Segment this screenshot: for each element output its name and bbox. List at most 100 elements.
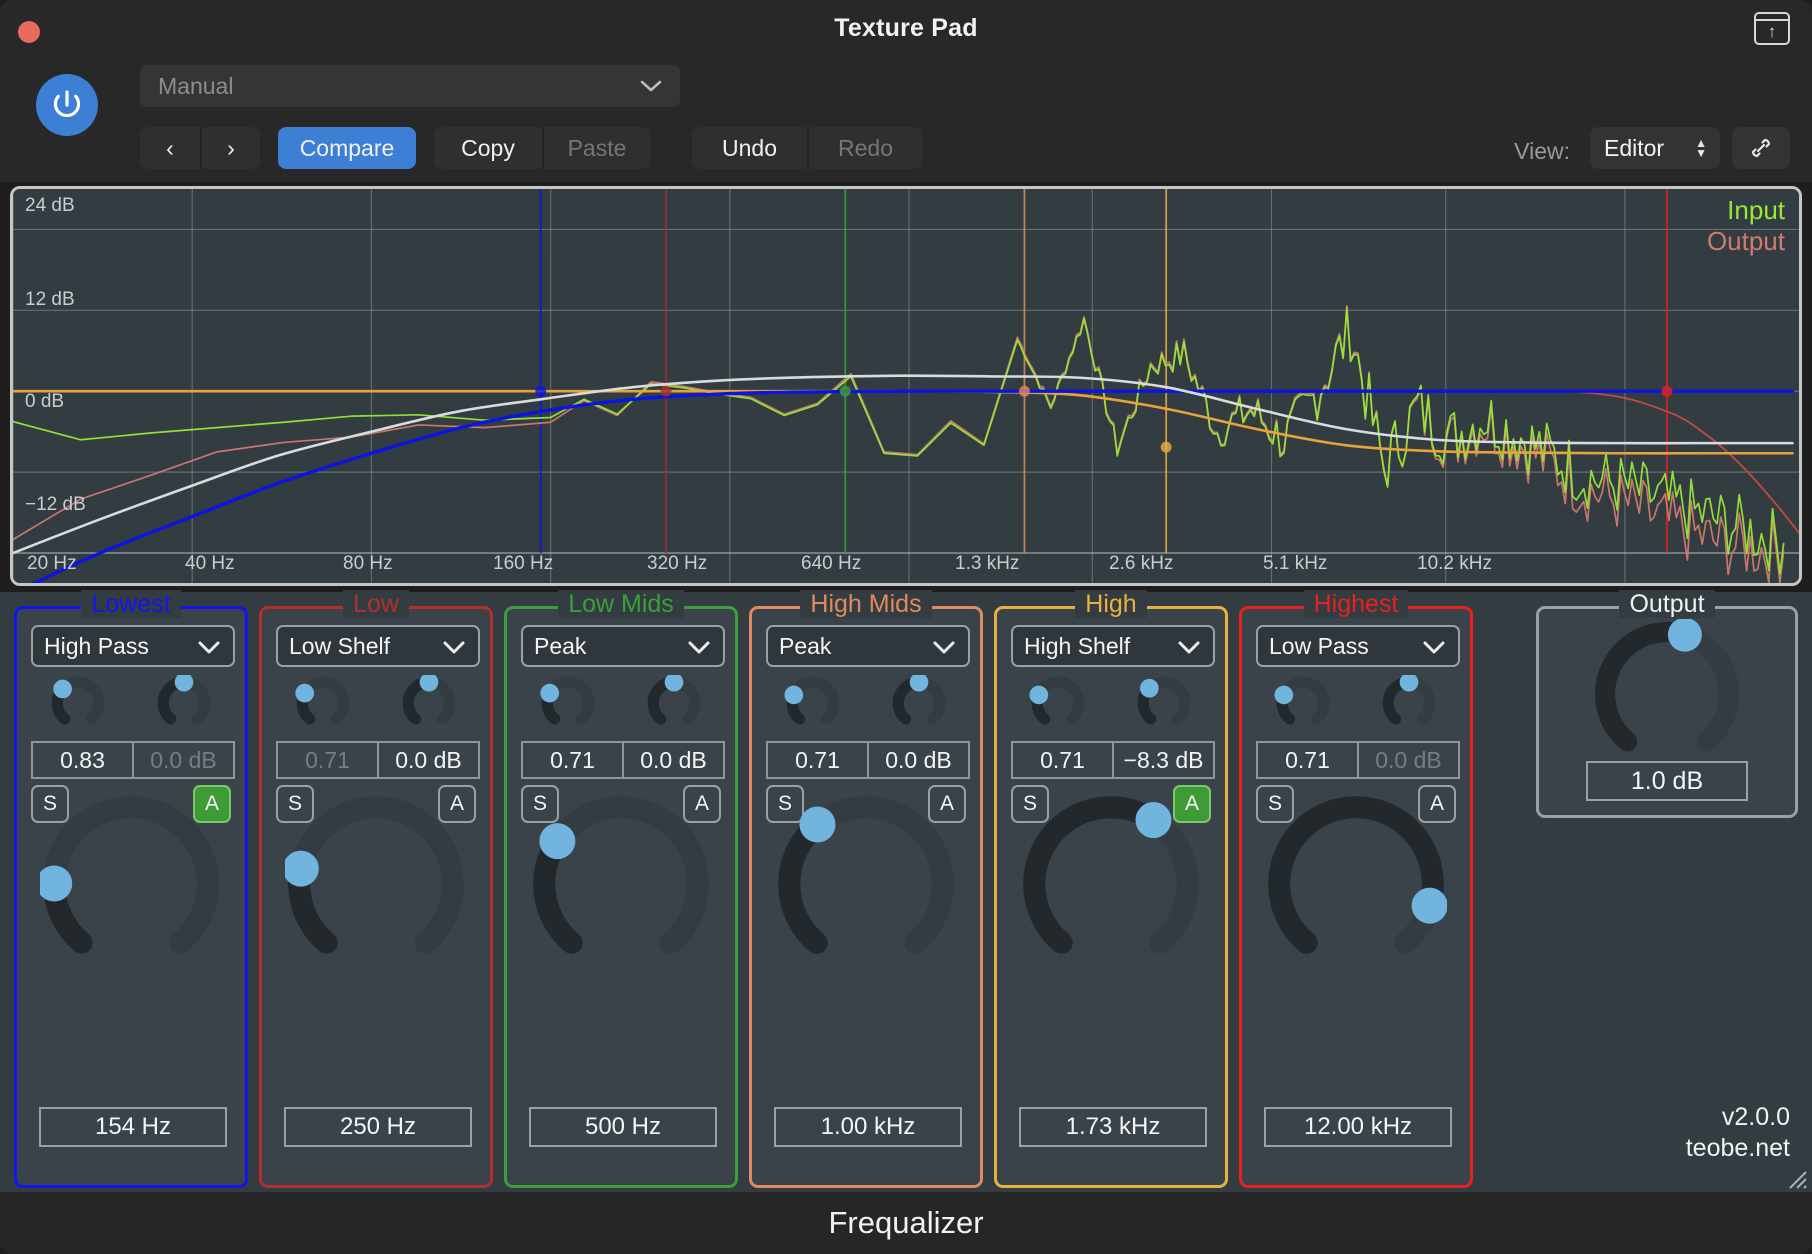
band-legend: Low Mids	[507, 590, 735, 619]
q-knob[interactable]	[290, 675, 356, 731]
output-gain-knob[interactable]	[1592, 617, 1742, 769]
freq-label-640hz: 640 Hz	[801, 553, 862, 574]
filter-type-select[interactable]: High Shelf	[1011, 625, 1215, 667]
preset-select[interactable]: Manual	[140, 65, 680, 107]
filter-type-value: Peak	[534, 632, 587, 659]
frequency-knob[interactable]	[1020, 793, 1202, 975]
gain-knob[interactable]	[641, 672, 707, 731]
filter-type-select[interactable]: Low Pass	[1256, 625, 1460, 667]
frequency-value[interactable]: 1.73 kHz	[1019, 1107, 1207, 1147]
version-info: v2.0.0 teobe.net	[1686, 1102, 1790, 1165]
frequency-knob[interactable]	[530, 793, 712, 975]
q-knob[interactable]	[1270, 675, 1336, 731]
plugin-name: Frequalizer	[828, 1205, 984, 1240]
filter-type-value: Peak	[779, 632, 832, 659]
freq-label-160hz: 160 Hz	[493, 553, 554, 574]
legend-input-label: Input	[1727, 195, 1785, 225]
band-name-label: High Mids	[800, 590, 932, 618]
q-value[interactable]: 0.71	[1256, 741, 1359, 779]
q-value[interactable]: 0.71	[1011, 741, 1114, 779]
gain-value[interactable]: −8.3 dB	[1114, 741, 1215, 779]
band-legend: High	[997, 590, 1225, 619]
band-name-label: Low	[343, 590, 409, 618]
share-up-icon[interactable]: ↑	[1754, 12, 1790, 45]
frequency-value[interactable]: 154 Hz	[39, 1107, 227, 1147]
output-gain-value[interactable]: 1.0 dB	[1586, 761, 1748, 801]
value-row: 0.71 −8.3 dB	[1011, 741, 1215, 779]
chevron-down-icon	[443, 641, 465, 654]
q-value[interactable]: 0.71	[766, 741, 869, 779]
compare-button[interactable]: Compare	[278, 127, 416, 169]
power-button[interactable]	[36, 74, 98, 136]
filter-type-select[interactable]: Low Shelf	[276, 625, 480, 667]
view-value: Editor	[1604, 134, 1665, 161]
filter-type-select[interactable]: Peak	[521, 625, 725, 667]
copy-button[interactable]: Copy	[434, 127, 542, 169]
spectrum-analyzer[interactable]: Input Output 24 dB 12 dB 0 dB −12 dB 20 …	[10, 186, 1802, 586]
copy-paste-group: Copy Paste	[434, 127, 650, 169]
frequency-value[interactable]: 12.00 kHz	[1264, 1107, 1452, 1147]
view-select[interactable]: Editor ▲ ▼	[1590, 127, 1720, 169]
gain-knob[interactable]	[1131, 675, 1197, 731]
link-icon	[1751, 138, 1771, 158]
preset-next-button[interactable]: ›	[200, 127, 260, 169]
gain-value[interactable]: 0.0 dB	[1359, 741, 1460, 779]
q-knob[interactable]	[780, 675, 846, 731]
filter-type-value: Low Pass	[1269, 632, 1369, 659]
frequency-knob[interactable]	[1265, 793, 1448, 975]
gain-value[interactable]: 0.0 dB	[379, 741, 480, 779]
band-legend: High Mids	[752, 590, 980, 619]
frequency-value[interactable]: 500 Hz	[529, 1107, 717, 1147]
filter-type-select[interactable]: High Pass	[31, 625, 235, 667]
q-knob[interactable]	[1025, 675, 1091, 731]
gain-value[interactable]: 0.0 dB	[624, 741, 725, 779]
q-knob-graphic	[540, 676, 595, 725]
q-value[interactable]: 0.71	[276, 741, 379, 779]
gain-knob[interactable]	[886, 672, 952, 731]
analyzer-plot	[13, 189, 1799, 583]
link-button[interactable]	[1732, 127, 1790, 169]
gain-value[interactable]: 0.0 dB	[134, 741, 235, 779]
value-row: 0.71 0.0 dB	[521, 741, 725, 779]
frequency-value[interactable]: 250 Hz	[284, 1107, 472, 1147]
frequency-knob[interactable]	[36, 793, 222, 975]
freq-label-10200hz: 10.2 kHz	[1417, 553, 1492, 574]
frequency-knob[interactable]	[282, 793, 467, 975]
gain-value[interactable]: 0.0 dB	[869, 741, 970, 779]
chevron-down-icon	[1423, 641, 1445, 654]
redo-button[interactable]: Redo	[807, 127, 922, 169]
version-number: v2.0.0	[1721, 1102, 1790, 1131]
eq-band-high: High High Shelf 0.71 −8.3 dB S A 1.73 kH…	[994, 590, 1228, 1188]
q-knob[interactable]	[45, 675, 111, 731]
q-value[interactable]: 0.83	[31, 741, 134, 779]
undo-button[interactable]: Undo	[692, 127, 807, 169]
frequency-knob[interactable]	[775, 793, 957, 975]
freq-label-20hz: 20 Hz	[27, 553, 77, 574]
eq-band-lowest: Lowest High Pass 0.83 0.0 dB S A 154 Hz	[14, 590, 248, 1188]
eq-band-high-mids: High Mids Peak 0.71 0.0 dB S A 1.00 kHz	[749, 590, 983, 1188]
band-name-label: Low Mids	[558, 590, 684, 618]
preset-value: Manual	[158, 72, 234, 99]
legend-output-label: Output	[1706, 225, 1785, 256]
gain-knob[interactable]	[1376, 672, 1442, 731]
q-knob[interactable]	[535, 675, 601, 731]
eq-bands-row: Output 1.0 dB v2.0.0 teobe.net Lowest Hi…	[0, 590, 1812, 1192]
db-label-12: 12 dB	[25, 289, 75, 310]
footer-bar: Frequalizer	[0, 1192, 1812, 1254]
filter-type-select[interactable]: Peak	[766, 625, 970, 667]
db-label-m12: −12 dB	[25, 494, 86, 515]
frequency-knob-graphic	[533, 796, 709, 954]
gain-knob[interactable]	[151, 672, 217, 731]
q-knob-graphic	[295, 676, 350, 725]
freq-label-320hz: 320 Hz	[647, 553, 708, 574]
q-value[interactable]: 0.71	[521, 741, 624, 779]
gain-knob[interactable]	[396, 672, 462, 731]
undo-redo-group: Undo Redo	[692, 127, 922, 169]
frequency-value[interactable]: 1.00 kHz	[774, 1107, 962, 1147]
resize-grip-icon[interactable]	[1782, 1164, 1808, 1190]
view-label: View:	[1514, 138, 1570, 164]
preset-prev-button[interactable]: ‹	[140, 127, 200, 169]
filter-type-value: Low Shelf	[289, 632, 391, 659]
paste-button[interactable]: Paste	[542, 127, 650, 169]
frequency-knob-graphic	[36, 796, 219, 954]
